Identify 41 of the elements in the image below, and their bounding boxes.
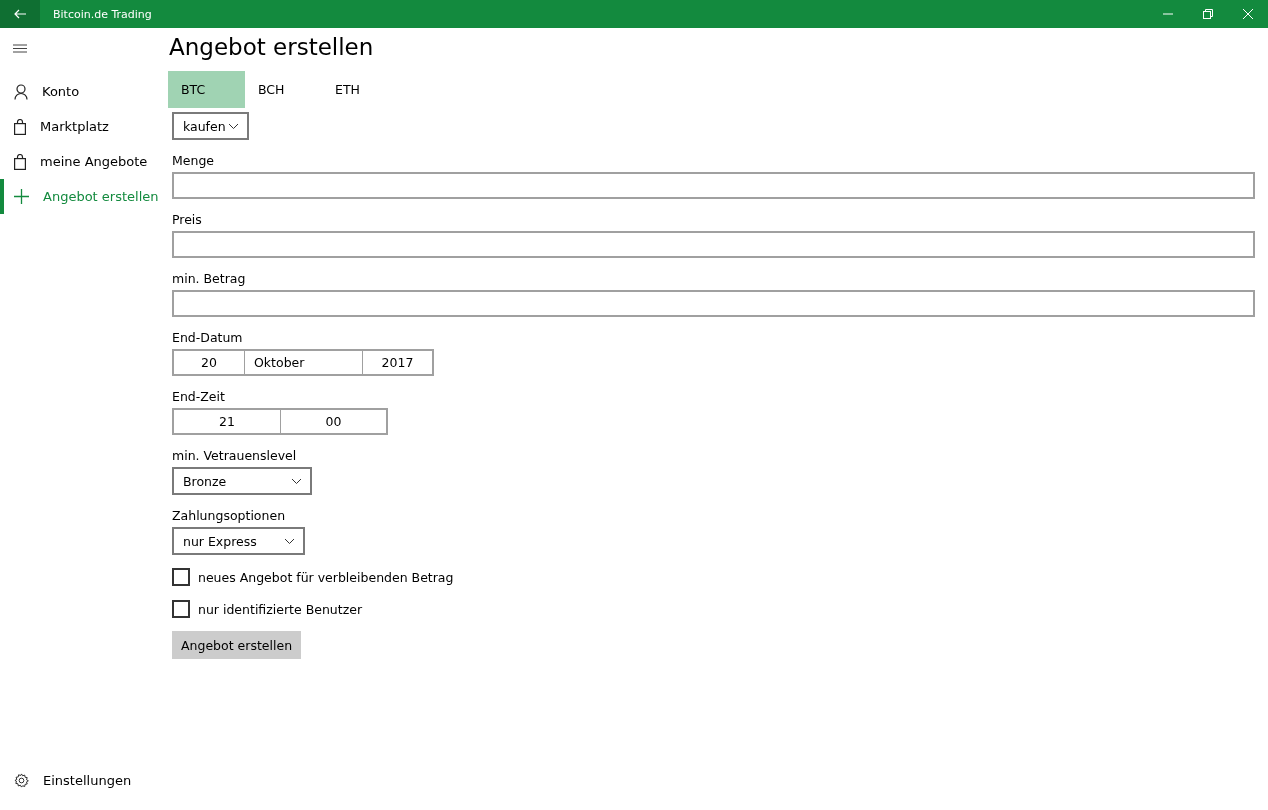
sidebar-item[interactable]: Konto — [0, 74, 160, 109]
bag-icon — [14, 118, 26, 135]
settings-item[interactable]: Einstellungen — [0, 763, 160, 798]
sidebar-item[interactable]: Angebot erstellen — [0, 179, 160, 214]
checkbox[interactable] — [172, 568, 190, 586]
checkbox-label: neues Angebot für verbleibenden Betrag — [198, 569, 454, 585]
settings-icon — [14, 773, 29, 788]
chevron-down-icon — [228, 122, 239, 130]
page-title: Angebot erstellen — [169, 33, 375, 62]
field-label: min. Vetrauenslevel — [172, 447, 298, 464]
checkbox-label: nur identifizierte Benutzer — [198, 601, 363, 617]
field-label: End-Datum — [172, 329, 244, 346]
currency-tab[interactable]: BTC — [168, 71, 245, 108]
chevron-down-icon — [291, 477, 302, 485]
back-arrow-icon — [14, 9, 26, 19]
field-label: Menge — [172, 152, 216, 169]
input-field[interactable] — [172, 172, 1255, 199]
input-field[interactable] — [172, 231, 1255, 258]
sidebar-item[interactable]: Marktplatz — [0, 109, 160, 144]
plus-icon — [14, 189, 29, 204]
close-icon — [1243, 9, 1253, 19]
window-title: Bitcoin.de Trading — [53, 7, 153, 21]
field-label: min. Betrag — [172, 270, 247, 287]
sidebar-item[interactable]: meine Angebote — [0, 144, 160, 179]
create-offer-button[interactable]: Angebot erstellen — [172, 631, 302, 659]
field-label: End-Zeit — [172, 388, 226, 405]
menu-icon — [13, 43, 27, 53]
restore-icon — [1203, 9, 1213, 19]
currency-tab[interactable]: BCH — [245, 71, 322, 108]
input-field[interactable] — [172, 290, 1255, 317]
checkbox[interactable] — [172, 600, 190, 618]
select-dropdown[interactable]: Bronze — [172, 467, 312, 495]
back-button[interactable] — [0, 0, 40, 28]
direction-dropdown[interactable]: kaufen — [172, 112, 249, 140]
select-dropdown[interactable]: nur Express — [172, 527, 305, 555]
currency-tab[interactable]: ETH — [322, 71, 399, 108]
person-icon — [14, 83, 28, 100]
chevron-down-icon — [284, 537, 295, 545]
bag-icon — [14, 153, 26, 170]
field-label: Preis — [172, 211, 203, 228]
field-label: Zahlungsoptionen — [172, 507, 287, 524]
